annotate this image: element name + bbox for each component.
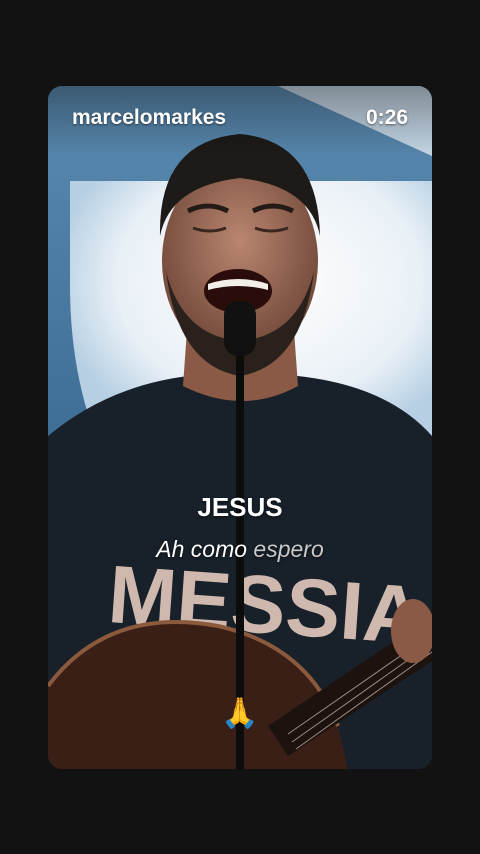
- lyric-highlight: Ah como: [156, 536, 254, 562]
- praying-hands-icon: 🙏: [221, 697, 259, 730]
- story-card[interactable]: MESSIA marcelomarkes 0:26 JESUS Ah como …: [48, 86, 432, 769]
- lyric-line: Ah como espero: [48, 536, 432, 563]
- singer-photo: MESSIA: [48, 86, 432, 769]
- username[interactable]: marcelomarkes: [72, 106, 226, 130]
- story-header: marcelomarkes 0:26: [48, 86, 432, 156]
- video-timer: 0:26: [365, 106, 408, 129]
- lyric-title: JESUS: [197, 492, 283, 522]
- lyric-upcoming: espero: [253, 536, 324, 562]
